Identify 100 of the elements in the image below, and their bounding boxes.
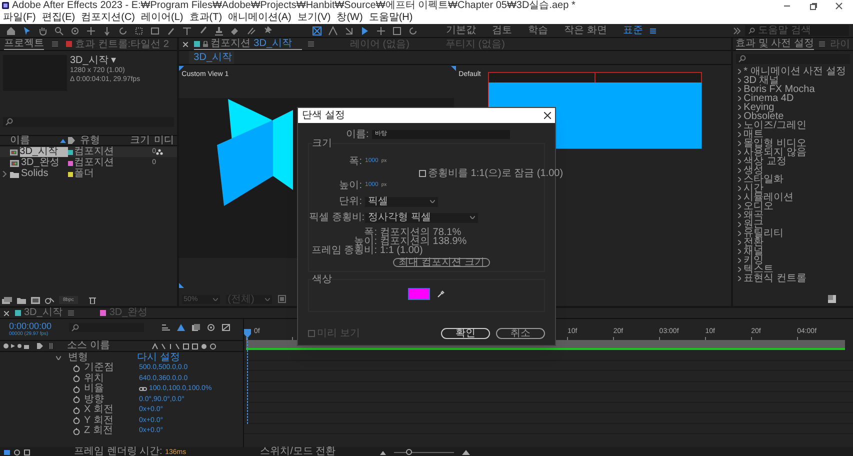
effect-category[interactable]: 사용되지 않음	[744, 148, 806, 157]
panel-tab[interactable]: 프로젝트	[4, 38, 44, 50]
motion-blur-icon[interactable]	[207, 324, 215, 331]
draft-3d-icon[interactable]	[177, 324, 185, 331]
menu-item[interactable]: 보기(V)	[297, 12, 331, 24]
max-size-button[interactable]: 최대 컴포지션 크기	[392, 258, 490, 267]
trash-icon[interactable]	[88, 296, 96, 304]
rotate-icon[interactable]	[408, 26, 418, 36]
menu-icon[interactable]	[648, 26, 657, 34]
effect-category[interactable]: 오디오	[744, 202, 774, 211]
effect-category[interactable]: 시뮬레이션	[744, 193, 794, 202]
ok-button[interactable]: 확인	[441, 328, 490, 339]
region-icon[interactable]	[278, 295, 286, 303]
sort-ascending-icon[interactable]	[60, 138, 66, 142]
project-row[interactable]: Solids 폴더	[0, 169, 177, 179]
label-tag-icon[interactable]	[68, 137, 75, 144]
effect-category[interactable]: 원근	[744, 220, 764, 229]
effect-category[interactable]: 노이즈/그레인	[744, 121, 806, 130]
menu-icon[interactable]	[308, 41, 314, 47]
square-icon[interactable]	[392, 26, 402, 36]
graph-editor-icon[interactable]	[222, 324, 230, 331]
stopwatch-icon[interactable]	[73, 364, 80, 372]
comp-name[interactable]: 3D_시작 ▾	[70, 55, 140, 66]
menu-item[interactable]: 파일(F)	[3, 12, 36, 24]
effect-category[interactable]: 스타일화	[744, 175, 784, 184]
effect-category[interactable]: 색상 교정	[744, 157, 786, 166]
menu-icon[interactable]	[68, 310, 74, 316]
reset-link[interactable]: 다시 설정	[137, 352, 180, 362]
menu-icon[interactable]	[52, 41, 58, 47]
timecode[interactable]: 0:00:00:00	[9, 321, 69, 331]
add-icon[interactable]	[376, 26, 386, 36]
search-field[interactable]	[69, 323, 144, 332]
workspace-tab[interactable]: 기본값	[446, 24, 476, 36]
effect-category[interactable]: 전환	[744, 238, 764, 247]
column-header[interactable]: 크기	[130, 135, 150, 146]
playhead-icon[interactable]	[244, 329, 251, 424]
dropdown[interactable]: 정사각형 픽셀	[365, 212, 478, 222]
effect-category[interactable]: 시간	[744, 184, 764, 193]
interpret-footage-icon[interactable]	[2, 296, 12, 304]
workspace-tab[interactable]: 학습	[528, 24, 548, 36]
type-icon[interactable]	[182, 26, 192, 36]
close-icon[interactable]	[544, 112, 551, 119]
flowchart-icon[interactable]	[156, 149, 163, 155]
new-folder-icon[interactable]	[17, 296, 26, 304]
effect-category[interactable]: Keying	[744, 103, 774, 112]
panel-tab[interactable]: 컴포지션 3D_시작	[194, 38, 302, 50]
world-axis-icon[interactable]	[344, 26, 354, 36]
timeline-tab[interactable]: 3D_시작	[15, 308, 62, 318]
close-icon[interactable]	[835, 2, 843, 10]
menu-item[interactable]: 편집(E)	[42, 12, 76, 24]
item-name[interactable]: 3D_완성	[21, 158, 60, 168]
search-field[interactable]	[3, 117, 174, 127]
breadcrumb-tab[interactable]: 3D_시작	[188, 51, 234, 64]
eyedropper-icon[interactable]	[437, 290, 445, 298]
zoom-icon[interactable]	[54, 26, 64, 36]
panel-tab[interactable]: 효과 및 사전 설정	[736, 38, 814, 50]
menu-icon[interactable]	[819, 41, 825, 47]
roto-brush-icon[interactable]	[246, 26, 256, 36]
effect-category[interactable]: 유틸리티	[744, 229, 784, 238]
slider-thumb[interactable]	[406, 448, 412, 454]
effect-category[interactable]: 왜곡	[744, 211, 764, 220]
stopwatch-icon[interactable]	[73, 428, 80, 435]
puppet-pin-icon[interactable]	[262, 26, 272, 36]
modes-toggle-icon[interactable]	[14, 448, 20, 456]
effect-category[interactable]: 키잉	[744, 256, 764, 265]
stopwatch-icon[interactable]	[73, 417, 80, 424]
effect-category[interactable]: 3D 채널	[744, 76, 780, 85]
stopwatch-icon[interactable]	[73, 406, 80, 414]
menu-item[interactable]: 창(W)	[336, 12, 363, 24]
restore-icon[interactable]	[809, 2, 817, 10]
zoom-in-icon[interactable]	[462, 449, 470, 455]
frame-blending-icon[interactable]	[192, 324, 200, 331]
stopwatch-icon[interactable]	[73, 375, 80, 382]
workspace-tab[interactable]: 표준	[622, 24, 643, 36]
menu-item[interactable]: 컴포지션(C)	[81, 12, 136, 24]
menu-item[interactable]: 도움말(H)	[368, 12, 413, 24]
menu-item[interactable]: 효과(T)	[189, 12, 222, 24]
stopwatch-icon[interactable]	[73, 386, 80, 393]
item-name[interactable]: 3D_시작	[20, 147, 68, 157]
help-search-field[interactable]: 도움말 검색	[745, 25, 849, 36]
effect-category[interactable]: 표현식 컨트롤	[744, 274, 806, 283]
close-icon[interactable]	[182, 42, 188, 46]
menu-item[interactable]: 애니메이션(A)	[228, 12, 292, 24]
workspace-tab[interactable]: 검토	[492, 24, 512, 36]
move-icon[interactable]	[86, 26, 96, 36]
checkbox[interactable]	[419, 170, 426, 177]
pointer-icon[interactable]	[22, 26, 32, 36]
rectangle-icon[interactable]	[150, 26, 160, 36]
close-icon[interactable]	[4, 310, 9, 316]
overflow-icon[interactable]	[733, 26, 741, 34]
effect-category[interactable]: 매트	[744, 130, 764, 139]
effect-category[interactable]: 텍스트	[744, 265, 774, 274]
switch-mode-toggle[interactable]: 스위치/모드 전환	[260, 447, 336, 456]
stamp-icon[interactable]	[214, 26, 224, 36]
snapping-icon[interactable]	[312, 26, 322, 36]
effect-category[interactable]: Boris FX Mocha	[744, 85, 815, 94]
rotate-icon[interactable]	[118, 26, 128, 36]
axis-icon[interactable]	[328, 26, 338, 36]
new-composition-icon[interactable]	[31, 296, 40, 304]
hand-icon[interactable]	[38, 26, 48, 36]
